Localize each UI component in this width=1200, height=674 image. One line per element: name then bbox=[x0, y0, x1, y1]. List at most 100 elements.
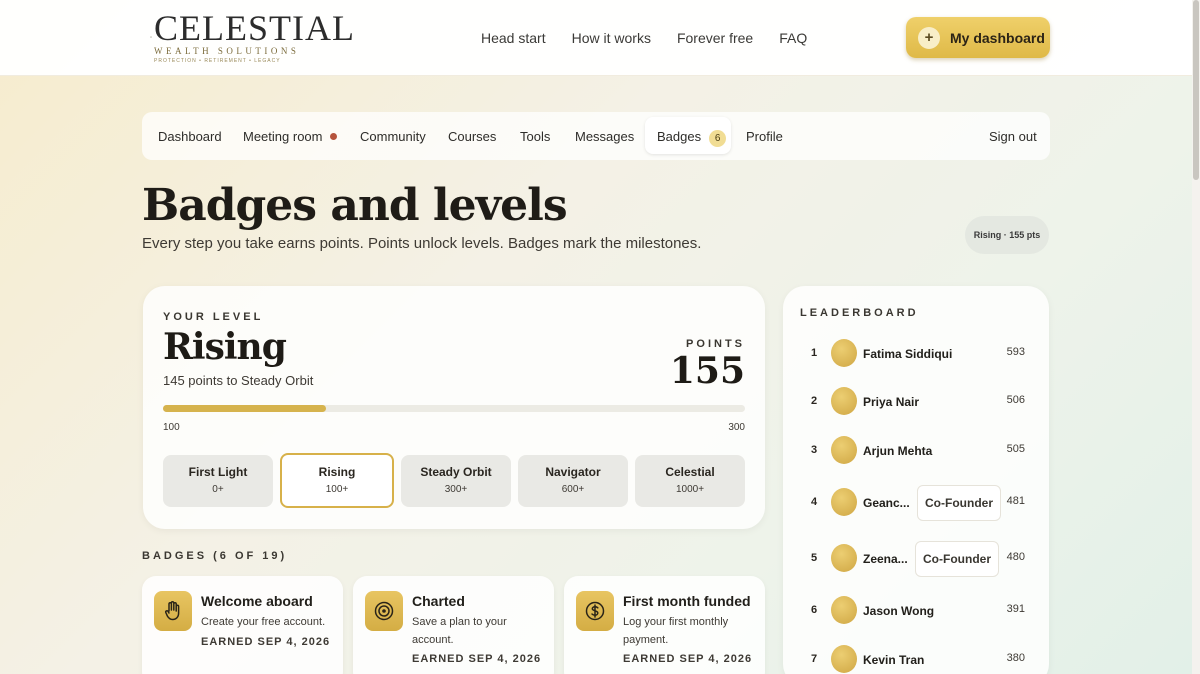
tier-navigator: Navigator 600+ bbox=[518, 455, 628, 507]
level-card: YOUR LEVEL Rising 145 points to Steady O… bbox=[143, 286, 765, 529]
leaderboard-rank: 3 bbox=[811, 444, 818, 456]
page-tagline: Every step you take earns points. Points… bbox=[142, 235, 702, 252]
badge-card-first-month-funded[interactable]: First month funded Log your first monthl… bbox=[564, 576, 765, 674]
tab-messages[interactable]: Messages bbox=[575, 129, 634, 144]
badges-heading: BADGES (6 OF 19) bbox=[142, 550, 288, 562]
leaderboard-card: LEADERBOARD 1 Fatima Siddiqui 593 2 Priy… bbox=[783, 286, 1049, 674]
level-status-pill: Rising · 155 pts bbox=[965, 216, 1049, 254]
badge-earned-date: EARNED SEP 4, 2026 bbox=[201, 636, 331, 648]
avatar bbox=[831, 339, 857, 367]
tab-meeting-room[interactable]: Meeting room bbox=[243, 129, 338, 144]
leaderboard-row[interactable]: 3 Arjun Mehta 505 bbox=[783, 436, 1049, 466]
level-progress-fill bbox=[163, 405, 326, 412]
leaderboard-points: 481 bbox=[1006, 495, 1025, 507]
leaderboard-row[interactable]: 1 Fatima Siddiqui 593 bbox=[783, 339, 1049, 369]
tab-badges[interactable]: Badges 6 bbox=[657, 129, 727, 147]
avatar bbox=[831, 596, 857, 624]
badges-count-badge: 6 bbox=[709, 130, 727, 147]
avatar bbox=[831, 436, 857, 464]
notification-dot bbox=[330, 133, 338, 140]
nav-forever-free[interactable]: Forever free bbox=[677, 30, 753, 46]
level-progress-bar bbox=[163, 405, 745, 412]
progress-max: 300 bbox=[728, 422, 745, 433]
hand-icon bbox=[154, 591, 192, 631]
points-value: 155 bbox=[669, 350, 745, 392]
celestial-logo[interactable]: CELESTIAL WEALTH SOLUTIONS PROTECTION • … bbox=[150, 6, 355, 68]
badge-description: Save a plan to your account. bbox=[412, 616, 507, 646]
your-level-eyebrow: YOUR LEVEL bbox=[163, 311, 264, 323]
tier-name: Celestial bbox=[665, 465, 715, 479]
my-dashboard-label: My dashboard bbox=[950, 29, 1045, 46]
tier-name: First Light bbox=[188, 465, 248, 479]
leaderboard-name: Priya Nair bbox=[863, 395, 920, 409]
badge-description: Create your free account. bbox=[201, 616, 326, 628]
avatar bbox=[831, 387, 857, 415]
leaderboard-name: Arjun Mehta bbox=[863, 444, 933, 458]
nav-faq[interactable]: FAQ bbox=[779, 30, 807, 46]
tier-points: 1000+ bbox=[675, 484, 705, 495]
top-header: CELESTIAL WEALTH SOLUTIONS PROTECTION • … bbox=[0, 0, 1192, 76]
points-to-next-level: 145 points to Steady Orbit bbox=[163, 373, 314, 388]
my-dashboard-button[interactable]: + My dashboard bbox=[906, 17, 1050, 58]
avatar bbox=[831, 488, 857, 516]
sign-out-link[interactable]: Sign out bbox=[989, 129, 1037, 144]
co-founder-tag: Co-Founder bbox=[915, 541, 999, 577]
leaderboard-row[interactable]: 6 Jason Wong 391 bbox=[783, 596, 1049, 626]
leaderboard-points: 480 bbox=[1006, 551, 1025, 563]
nav-head-start[interactable]: Head start bbox=[481, 30, 546, 46]
leaderboard-row[interactable]: 5 Zeena... Co-Founder 480 bbox=[783, 541, 1049, 577]
leaderboard-rank: 1 bbox=[811, 347, 818, 359]
leaderboard-name: Fatima Siddiqui bbox=[863, 347, 953, 361]
leaderboard-row[interactable]: 7 Kevin Tran 380 bbox=[783, 645, 1049, 674]
badge-title: First month funded bbox=[623, 593, 751, 609]
badge-description: Log your first monthly payment. bbox=[623, 616, 729, 646]
tier-points: 100+ bbox=[325, 484, 349, 495]
badge-title: Charted bbox=[412, 593, 465, 609]
badge-card-charted[interactable]: Charted Save a plan to your account. EAR… bbox=[353, 576, 554, 674]
brand-name: CELESTIAL bbox=[154, 7, 355, 48]
badge-earned-date: EARNED SEP 4, 2026 bbox=[412, 653, 542, 665]
tab-tools[interactable]: Tools bbox=[520, 129, 550, 144]
leaderboard-rank: 4 bbox=[811, 496, 818, 508]
leaderboard-row[interactable]: 2 Priya Nair 506 bbox=[783, 387, 1049, 417]
tier-points: 600+ bbox=[561, 484, 585, 495]
top-nav: Head start How it works Forever free FAQ bbox=[481, 30, 807, 46]
leaderboard-name: Zeena... bbox=[863, 552, 908, 566]
badge-title: Welcome aboard bbox=[201, 593, 313, 609]
leaderboard-points: 380 bbox=[1006, 652, 1025, 664]
page-title: Badges and levels bbox=[142, 180, 568, 231]
scrollbar-thumb[interactable] bbox=[1193, 0, 1199, 180]
nav-how-it-works[interactable]: How it works bbox=[572, 30, 651, 46]
progress-min: 100 bbox=[163, 422, 180, 433]
dollar-icon bbox=[576, 591, 614, 631]
tab-courses[interactable]: Courses bbox=[448, 129, 496, 144]
avatar bbox=[831, 544, 857, 572]
leaderboard-points: 391 bbox=[1006, 603, 1025, 615]
tier-first-light: First Light 0+ bbox=[163, 455, 273, 507]
badge-card-welcome-aboard[interactable]: Welcome aboard Create your free account.… bbox=[142, 576, 343, 674]
page-scrollbar[interactable] bbox=[1192, 0, 1200, 674]
target-icon bbox=[365, 591, 403, 631]
leaderboard-rank: 7 bbox=[811, 653, 818, 665]
tier-points: 0+ bbox=[212, 484, 224, 495]
tab-dashboard[interactable]: Dashboard bbox=[158, 129, 222, 144]
leaderboard-heading: LEADERBOARD bbox=[800, 307, 919, 319]
avatar bbox=[831, 645, 857, 673]
level-name: Rising bbox=[163, 326, 287, 368]
tier-steady-orbit: Steady Orbit 300+ bbox=[401, 455, 511, 507]
badge-earned-date: EARNED SEP 4, 2026 bbox=[623, 653, 753, 665]
leaderboard-name: Geanc... bbox=[863, 496, 910, 510]
leaderboard-points: 506 bbox=[1006, 394, 1025, 406]
tab-profile[interactable]: Profile bbox=[746, 129, 783, 144]
points-label: POINTS bbox=[686, 338, 745, 350]
member-subnav: Dashboard Meeting room Community Courses… bbox=[142, 112, 1050, 160]
tab-meeting-room-label: Meeting room bbox=[243, 129, 323, 144]
leaderboard-name: Jason Wong bbox=[863, 604, 935, 618]
tab-badges-label: Badges bbox=[657, 129, 702, 144]
tab-community[interactable]: Community bbox=[360, 129, 426, 144]
tier-rising-current: Rising 100+ bbox=[280, 453, 394, 508]
tier-celestial: Celestial 1000+ bbox=[635, 455, 745, 507]
tier-name: Navigator bbox=[545, 465, 601, 479]
tier-points: 300+ bbox=[444, 484, 468, 495]
leaderboard-row[interactable]: 4 Geanc... Co-Founder 481 bbox=[783, 485, 1049, 521]
